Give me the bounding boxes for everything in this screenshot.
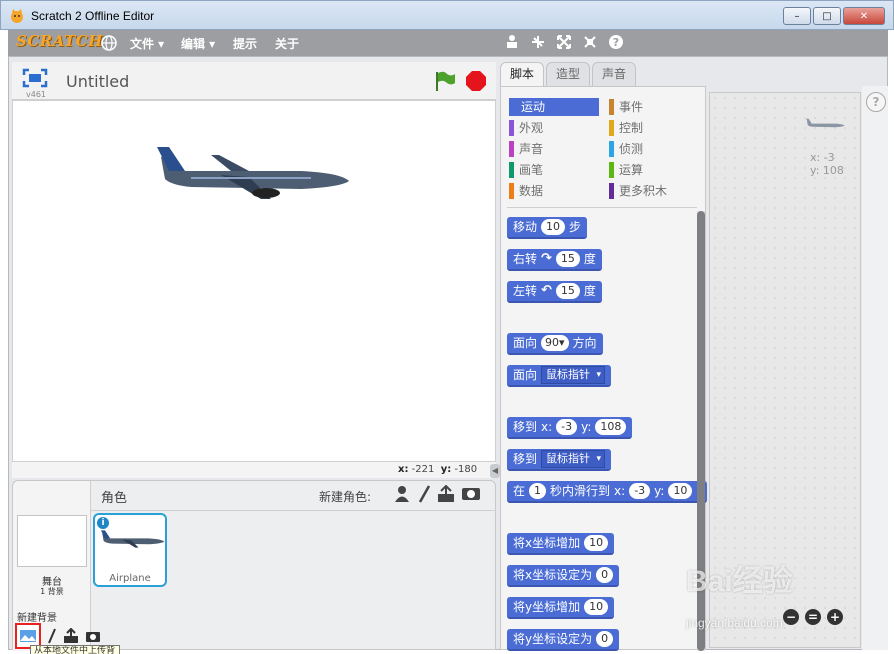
block-change-y[interactable]: 将y坐标增加 10 xyxy=(507,597,615,619)
project-title[interactable]: Untitled xyxy=(66,72,129,91)
paint-new-sprite-icon[interactable] xyxy=(417,485,431,503)
new-sprite-label: 新建角色: xyxy=(319,490,372,504)
menu-tips[interactable]: 提示 xyxy=(233,35,257,52)
category-more-blocks[interactable]: 更多积木 xyxy=(609,182,699,200)
paint-brush-icon[interactable] xyxy=(47,628,57,644)
upload-sprite-icon[interactable] xyxy=(437,485,455,503)
green-flag-icon[interactable] xyxy=(433,70,457,92)
block-turn-left[interactable]: 左转 ↶ 15 度 xyxy=(507,281,602,303)
block-palette: 运动 外观 声音 画笔 数据 事件 控制 侦测 运算 更多积木 移动 10 步 右转… xyxy=(500,86,707,651)
category-data[interactable]: 数据 xyxy=(509,182,599,200)
collapse-stage-arrow[interactable]: ◀ xyxy=(490,464,500,478)
language-globe-icon[interactable] xyxy=(100,34,118,52)
help-button[interactable]: ? xyxy=(866,92,886,112)
stage-panel: v461 Untitled x: -221 y: -180 xyxy=(12,62,496,478)
duplicate-icon[interactable] xyxy=(503,33,521,51)
grow-icon[interactable] xyxy=(555,33,573,51)
camera-sprite-icon[interactable] xyxy=(461,485,481,501)
stage-thumbnail[interactable] xyxy=(17,515,87,567)
svg-text:?: ? xyxy=(613,36,619,49)
close-button[interactable]: ✕ xyxy=(843,7,885,25)
landscape-icon xyxy=(20,630,36,642)
mouse-coords: x: -221 y: -180 xyxy=(398,464,478,475)
tab-sounds[interactable]: 声音 xyxy=(592,62,637,86)
stage-header: v461 Untitled xyxy=(12,62,496,100)
block-turn-right[interactable]: 右转 ↷ 15 度 xyxy=(507,249,602,271)
version-label: v461 xyxy=(26,90,47,99)
sprite-x-readout: x: -3 xyxy=(810,151,835,164)
watermark-url: jingyan.baidu.com xyxy=(686,616,783,630)
menu-file[interactable]: 文件 ▾ xyxy=(130,35,164,52)
block-move-steps[interactable]: 移动 10 步 xyxy=(507,217,588,239)
editor-tabs: 脚本 造型 声音 xyxy=(500,62,637,86)
turn-right-icon: ↷ xyxy=(541,251,552,266)
tab-costumes[interactable]: 造型 xyxy=(546,62,591,86)
turn-left-icon: ↶ xyxy=(541,283,552,298)
watermark: Bai经验 xyxy=(686,565,793,598)
upload-icon[interactable] xyxy=(63,628,79,644)
zoom-reset-button[interactable]: = xyxy=(805,609,821,625)
menu-about[interactable]: 关于 xyxy=(275,35,299,52)
tooltip: 从本地文件中上传背景 xyxy=(30,645,120,654)
menu-edit[interactable]: 编辑 ▾ xyxy=(181,35,215,52)
category-sensing[interactable]: 侦测 xyxy=(609,140,699,158)
stage-canvas[interactable] xyxy=(12,100,496,462)
tab-scripts[interactable]: 脚本 xyxy=(500,62,545,86)
delete-icon[interactable] xyxy=(529,33,547,51)
zoom-in-button[interactable]: + xyxy=(827,609,843,625)
scratch-cat-icon xyxy=(11,9,23,23)
help-strip xyxy=(862,86,888,650)
block-glide[interactable]: 在 1 秒内滑行到 x: -3 y: 10 xyxy=(507,481,707,503)
minimize-button[interactable]: – xyxy=(783,7,811,25)
category-pen[interactable]: 画笔 xyxy=(509,161,599,179)
sprite-tile-airplane[interactable]: i Airplane xyxy=(93,513,167,587)
block-point-direction[interactable]: 面向 90▾ 方向 xyxy=(507,333,603,355)
menubar: SCRATCH 文件 ▾ 编辑 ▾ 提示 关于 ? xyxy=(8,30,888,56)
block-set-y[interactable]: 将y坐标设定为 0 xyxy=(507,629,620,651)
block-goto[interactable]: 移到 鼠标指针 xyxy=(507,449,612,471)
sprites-label: 角色 xyxy=(101,491,128,506)
block-point-towards[interactable]: 面向 鼠标指针 xyxy=(507,365,612,387)
maximize-button[interactable]: □ xyxy=(813,7,841,25)
sprite-y-readout: y: 108 xyxy=(810,164,844,177)
block-change-x[interactable]: 将x坐标增加 10 xyxy=(507,533,615,555)
help-icon[interactable]: ? xyxy=(607,33,625,51)
zoom-out-button[interactable]: − xyxy=(783,609,799,625)
stage-backdrop-count: 1 背景 xyxy=(40,587,64,596)
scratch-logo[interactable]: SCRATCH xyxy=(16,32,103,50)
window-title: Scratch 2 Offline Editor xyxy=(31,9,155,23)
sprite-header: 角色 新建角色: xyxy=(91,481,496,511)
block-set-x[interactable]: 将x坐标设定为 0 xyxy=(507,565,620,587)
category-events[interactable]: 事件 xyxy=(609,98,699,116)
category-motion[interactable]: 运动 xyxy=(509,98,599,116)
fullscreen-icon[interactable] xyxy=(22,68,48,88)
window-titlebar: Scratch 2 Offline Editor – □ ✕ xyxy=(0,0,894,30)
current-sprite-thumbnail xyxy=(806,118,845,128)
sprite-library-icon[interactable] xyxy=(393,485,411,503)
sprite-pane: 舞台 1 背景 新建背景 角色 新建角色: i Airplane xyxy=(12,480,496,651)
category-looks[interactable]: 外观 xyxy=(509,119,599,137)
airplane-thumbnail xyxy=(100,530,165,548)
category-control[interactable]: 控制 xyxy=(609,119,699,137)
new-backdrop-label: 新建背景 xyxy=(17,613,57,624)
airplane-sprite-image[interactable] xyxy=(151,141,351,205)
category-operators[interactable]: 运算 xyxy=(609,161,699,179)
shrink-icon[interactable] xyxy=(581,33,599,51)
block-goto-xy[interactable]: 移到 x: -3 y: 108 xyxy=(507,417,633,439)
stop-sign-icon[interactable] xyxy=(465,70,487,92)
stage-column: 舞台 1 背景 新建背景 xyxy=(13,481,100,651)
camera-icon[interactable] xyxy=(85,629,101,643)
sprite-name: Airplane xyxy=(109,573,151,584)
category-sound[interactable]: 声音 xyxy=(509,140,599,158)
